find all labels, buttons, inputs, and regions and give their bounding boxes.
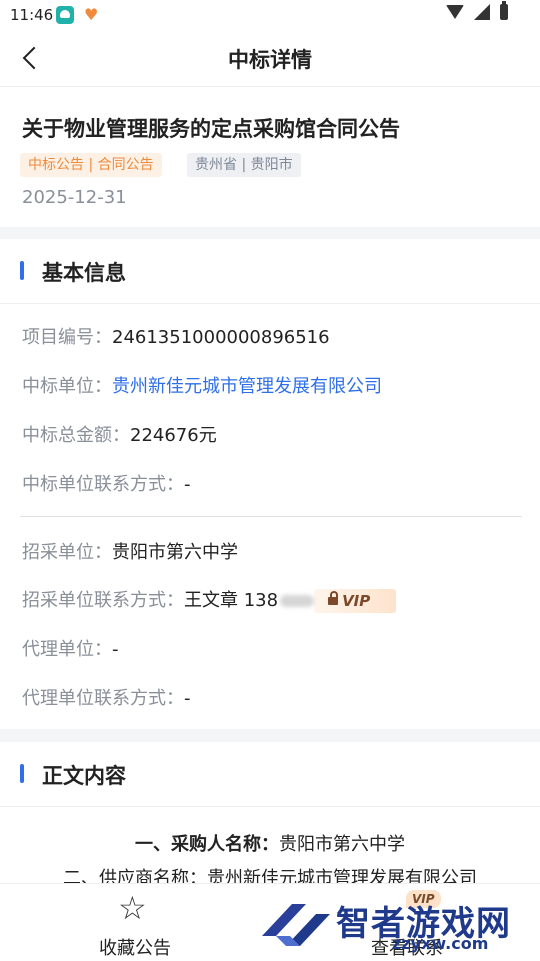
amount-value: 224676元	[130, 425, 217, 446]
basic-info-section: 基本信息 项目编号：2461351000000896516 中标单位：贵州新佳元…	[0, 239, 540, 729]
project-no-label: 项目编号：	[22, 327, 112, 348]
content-line-buyer: 一、采购人名称：贵阳市第六中学	[0, 830, 540, 856]
agent-contact-value: -	[184, 688, 191, 709]
winner-contact-label: 中标单位联系方式：	[22, 474, 184, 495]
heart-notification-icon: ♥	[84, 5, 99, 24]
notice-title: 关于物业管理服务的定点采购馆合同公告	[22, 117, 400, 141]
content-supplier-label: 二、供应商名称：	[63, 868, 207, 883]
star-icon: ☆	[118, 889, 147, 927]
buyer-contact-value: 王文章 138	[184, 590, 279, 611]
lock-icon	[328, 591, 339, 605]
status-icons	[446, 1, 508, 20]
wifi-icon	[446, 5, 464, 19]
nav-bar: 中标详情	[0, 30, 540, 87]
info-divider	[20, 516, 522, 517]
content-header: 正文内容	[0, 742, 540, 807]
buyer-label: 招采单位：	[22, 542, 112, 563]
winner-link[interactable]: 贵州新佳元城市管理发展有限公司	[112, 376, 382, 397]
winner-row: 中标单位：贵州新佳元城市管理发展有限公司	[22, 372, 382, 398]
status-time: 11:46	[10, 6, 54, 24]
content-section: 正文内容 一、采购人名称：贵阳市第六中学 二、供应商名称：贵州新佳元城市管理发展…	[0, 742, 540, 883]
basic-info-header: 基本信息	[0, 239, 540, 304]
content-supplier-value: 贵州新佳元城市管理发展有限公司	[207, 868, 477, 883]
content-buyer-value: 贵阳市第六中学	[279, 834, 405, 855]
project-no-value: 2461351000000896516	[112, 327, 330, 348]
signal-icon	[474, 4, 490, 20]
watermark-logo	[262, 904, 330, 946]
winner-label: 中标单位：	[22, 376, 112, 397]
project-no-row: 项目编号：2461351000000896516	[22, 323, 330, 349]
buyer-value: 贵阳市第六中学	[112, 542, 238, 563]
agent-contact-label: 代理单位联系方式：	[22, 688, 184, 709]
section-accent-bar	[20, 261, 24, 280]
amount-row: 中标总金额：224676元	[22, 421, 217, 447]
agent-value: -	[112, 639, 119, 660]
notice-type-tag: 中标公告 | 合同公告	[20, 153, 162, 177]
app-notification-icon	[56, 6, 74, 24]
amount-label: 中标总金额：	[22, 425, 130, 446]
watermark-url: zzyxw.com	[392, 934, 489, 953]
battery-icon	[500, 1, 508, 20]
notice-header: 关于物业管理服务的定点采购馆合同公告 中标公告 | 合同公告 贵州省 | 贵阳市…	[0, 87, 540, 227]
status-bar: 11:46 ♥	[0, 0, 540, 30]
winner-contact-value: -	[184, 474, 191, 495]
section-accent-bar	[20, 764, 24, 783]
buyer-contact-row: 招采单位联系方式：王文章 138 VIP	[22, 586, 397, 613]
agent-row: 代理单位：-	[22, 635, 119, 661]
notice-date: 2025-12-31	[22, 187, 127, 208]
watermark: 智者游戏网 zzyxw.com	[262, 890, 540, 960]
buyer-contact-label: 招采单位联系方式：	[22, 590, 184, 611]
vip-unlock-badge[interactable]: VIP	[314, 589, 397, 613]
agent-contact-row: 代理单位联系方式：-	[22, 684, 191, 710]
vip-badge-label: VIP	[342, 592, 371, 610]
notice-region-tag: 贵州省 | 贵阳市	[187, 153, 301, 177]
content-line-supplier: 二、供应商名称：贵州新佳元城市管理发展有限公司	[0, 864, 540, 883]
favorite-label: 收藏公告	[99, 938, 171, 959]
agent-label: 代理单位：	[22, 639, 112, 660]
masked-phone	[280, 595, 315, 607]
content-buyer-label: 一、采购人名称：	[135, 834, 279, 855]
section-title-basic: 基本信息	[42, 261, 126, 285]
buyer-row: 招采单位：贵阳市第六中学	[22, 538, 238, 564]
winner-contact-row: 中标单位联系方式：-	[22, 470, 191, 496]
page-title: 中标详情	[228, 48, 312, 72]
section-title-content: 正文内容	[42, 764, 126, 788]
favorite-button[interactable]: ☆ 收藏公告	[90, 889, 180, 959]
